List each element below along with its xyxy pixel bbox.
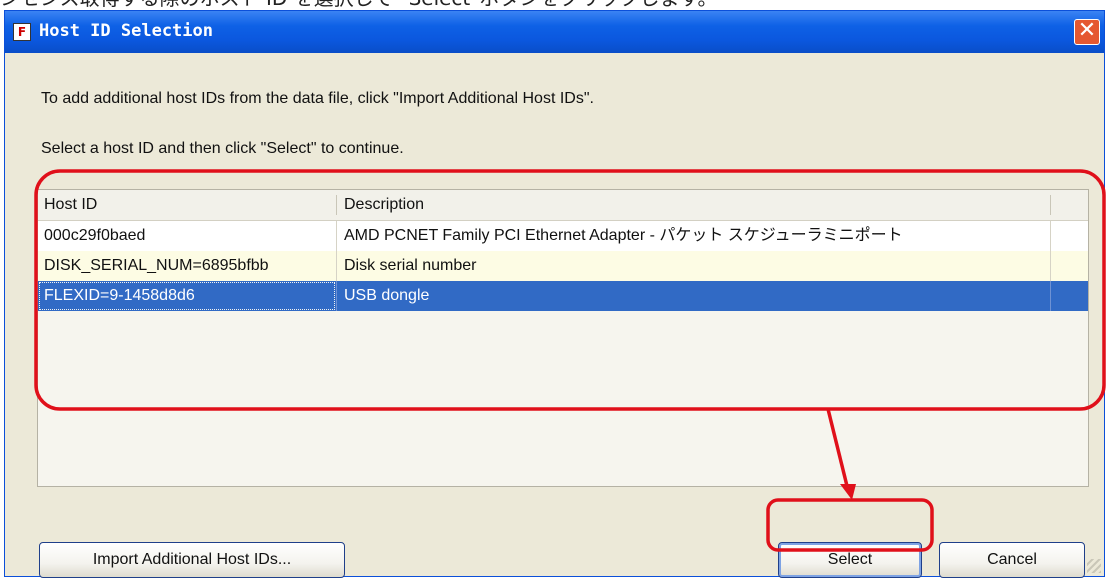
host-id-cell: FLEXID=9-1458d8d6 [38,281,336,311]
import-host-ids-button[interactable]: Import Additional Host IDs... [39,542,345,578]
table-row[interactable]: DISK_SERIAL_NUM=6895bfbb Disk serial num… [38,251,1088,281]
table-row[interactable]: 000c29f0baed AMD PCNET Family PCI Ethern… [38,221,1088,251]
table-row-selected[interactable]: FLEXID=9-1458d8d6 USB dongle [38,281,1088,311]
instruction-import: To add additional host IDs from the data… [41,90,594,107]
resize-grip[interactable] [1087,559,1101,573]
instruction-select: Select a host ID and then click "Select"… [41,140,404,157]
column-header-host-id[interactable]: Host ID [38,190,336,220]
list-header: Host ID Description [38,190,1088,221]
column-divider[interactable] [1050,195,1051,215]
app-icon: F [13,23,31,41]
host-id-list[interactable]: Host ID Description 000c29f0baed AMD PCN… [37,189,1089,487]
description-cell: Disk serial number [344,257,477,274]
column-divider[interactable] [336,195,337,215]
close-icon: ✕ [1077,18,1097,43]
host-id-cell: 000c29f0baed [44,227,146,244]
title-bar[interactable]: F Host ID Selection ✕ [5,11,1104,53]
select-button[interactable]: Select [778,542,922,578]
dialog-title: Host ID Selection [39,21,213,41]
description-cell: AMD PCNET Family PCI Ethernet Adapter - … [344,227,903,244]
close-button[interactable]: ✕ [1074,19,1100,45]
host-id-selection-dialog: F Host ID Selection ✕ To add additional … [4,10,1105,578]
host-id-cell: DISK_SERIAL_NUM=6895bfbb [44,257,269,274]
column-header-description[interactable]: Description [338,190,1050,220]
page-caption: ンセンス取得する際のホスト ID を選択して "Select"ボタンをクリックし… [0,0,1109,9]
description-cell: USB dongle [344,287,430,304]
cancel-button[interactable]: Cancel [939,542,1085,578]
